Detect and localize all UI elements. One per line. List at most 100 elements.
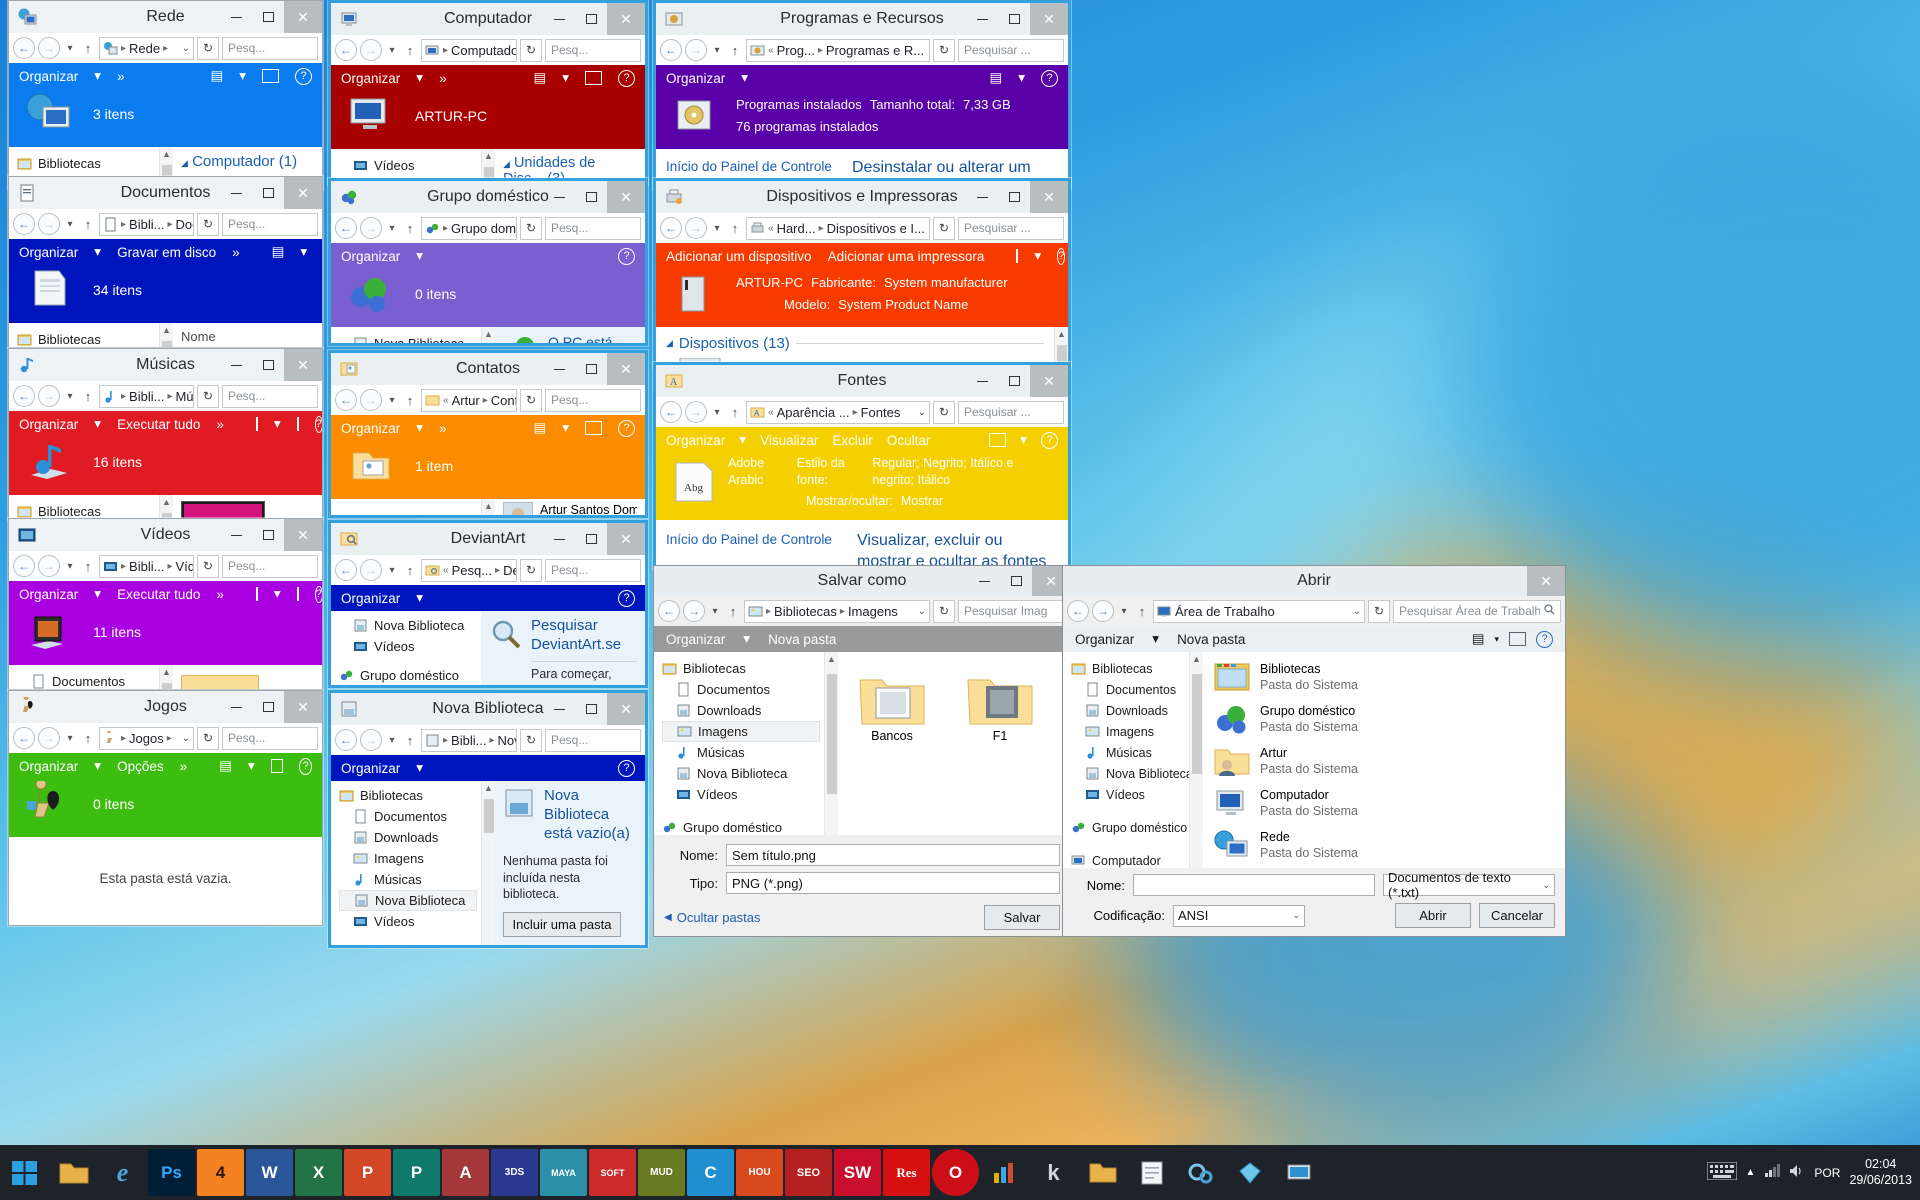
- help-icon[interactable]: ?: [1041, 431, 1058, 449]
- search-input[interactable]: Pesq...: [545, 388, 641, 412]
- recent-locations-icon[interactable]: ▾: [63, 561, 77, 572]
- back-button[interactable]: ←: [660, 217, 682, 239]
- search-input[interactable]: Pesquisar Área de Trabalho: [1393, 599, 1561, 623]
- breadcrumb-overflow[interactable]: «: [443, 565, 449, 576]
- refresh-button[interactable]: ↻: [197, 212, 219, 236]
- up-button[interactable]: ↑: [402, 43, 418, 58]
- help-icon[interactable]: ?: [618, 759, 635, 777]
- breadcrumb[interactable]: ▸Bibli... ▸Vídeos▸ ⌄: [99, 554, 194, 578]
- recent-locations-icon[interactable]: ▾: [1117, 606, 1131, 617]
- new-folder-button[interactable]: Nova pasta: [1177, 632, 1245, 647]
- back-button[interactable]: ←: [335, 39, 357, 61]
- access-icon[interactable]: A: [442, 1149, 489, 1196]
- chevron-down-icon[interactable]: ⌄: [928, 223, 929, 234]
- nav-item[interactable]: Imagens: [1071, 721, 1189, 742]
- up-button[interactable]: ↑: [80, 389, 96, 404]
- view-options-icon[interactable]: ▤: [533, 70, 546, 86]
- language-indicator[interactable]: POR: [1814, 1166, 1840, 1180]
- back-button[interactable]: ←: [335, 217, 357, 239]
- search-input[interactable]: Pesq...: [222, 384, 318, 408]
- navigation-pane[interactable]: Bibliotecas Documentos: [9, 323, 159, 347]
- view-options-icon[interactable]: [255, 587, 258, 601]
- nav-item[interactable]: Nova Biblioteca: [339, 615, 481, 636]
- up-button[interactable]: ↑: [727, 221, 743, 236]
- nav-item[interactable]: Grupo doméstico: [1071, 817, 1189, 838]
- breadcrumb-segment[interactable]: Artur: [452, 393, 480, 408]
- organize-menu[interactable]: Organizar: [666, 433, 725, 448]
- minimize-button[interactable]: [543, 3, 575, 35]
- up-button[interactable]: ↑: [725, 604, 741, 619]
- opera-icon[interactable]: O: [932, 1149, 979, 1196]
- close-button[interactable]: ✕: [284, 519, 322, 551]
- nav-item[interactable]: Bibliotecas: [17, 153, 159, 174]
- recent-locations-icon[interactable]: ▾: [385, 223, 399, 234]
- breadcrumb-segment[interactable]: Bibli...: [451, 733, 486, 748]
- maya-icon[interactable]: MAYA: [540, 1149, 587, 1196]
- forward-button[interactable]: →: [360, 559, 382, 581]
- search-input[interactable]: Pesquisar ...: [958, 38, 1064, 62]
- search-input[interactable]: Pesquisar ...: [958, 400, 1064, 424]
- search-input[interactable]: Pesquisar ...: [958, 216, 1064, 240]
- nav-item[interactable]: Downloads: [339, 827, 481, 848]
- options-button[interactable]: Opções: [117, 759, 164, 774]
- maximize-button[interactable]: [252, 691, 284, 723]
- help-icon[interactable]: ?: [1041, 69, 1058, 87]
- file-list[interactable]: Bancos F1: [838, 652, 1070, 835]
- forward-button[interactable]: →: [38, 555, 60, 577]
- organize-menu[interactable]: Organizar: [19, 587, 78, 602]
- close-button[interactable]: ✕: [284, 177, 322, 209]
- minimize-button[interactable]: [966, 181, 998, 213]
- up-button[interactable]: ↑: [402, 563, 418, 578]
- address-bar[interactable]: ←→ ▾↑ « Hard...▸ Dispositivos e I... ⌄ ↻…: [656, 213, 1068, 243]
- up-button[interactable]: ↑: [1134, 604, 1150, 619]
- preview-pane-icon[interactable]: [585, 71, 602, 85]
- view-options-icon[interactable]: [255, 417, 258, 431]
- refresh-button[interactable]: ↻: [933, 400, 955, 424]
- breadcrumb-segment[interactable]: Contatos: [491, 393, 516, 408]
- address-bar[interactable]: ←→ ▾↑ ▸Bibli... ▸Docu...▸ ⌄ ↻ Pesq...: [9, 209, 322, 239]
- organize-menu[interactable]: Organizar: [19, 69, 78, 84]
- ie-icon[interactable]: e: [99, 1149, 146, 1196]
- filename-input[interactable]: Sem título.png: [726, 844, 1060, 866]
- folder-item[interactable]: F1: [966, 670, 1034, 817]
- refresh-button[interactable]: ↻: [520, 728, 542, 752]
- k-app-icon[interactable]: k: [1030, 1149, 1077, 1196]
- navigation-pane[interactable]: Documentos Downloads Imagens: [9, 665, 159, 689]
- search-input[interactable]: Pesq...: [545, 558, 641, 582]
- forward-button[interactable]: →: [685, 401, 707, 423]
- list-item[interactable]: Artur Pasta do Sistema: [1213, 744, 1555, 778]
- network-tray-icon[interactable]: [1764, 1164, 1781, 1181]
- nav-item[interactable]: Vídeos: [662, 784, 824, 805]
- vertical-scrollbar[interactable]: ▲: [481, 781, 495, 945]
- search-input[interactable]: Pesquisar Imag: [958, 599, 1066, 623]
- more-commands[interactable]: »: [180, 759, 188, 774]
- hide-folders-toggle[interactable]: ◀ Ocultar pastas: [664, 910, 761, 925]
- maximize-button[interactable]: [575, 181, 607, 213]
- recent-locations-icon[interactable]: ▾: [63, 43, 77, 54]
- vertical-scrollbar[interactable]: ▲: [159, 495, 173, 519]
- back-button[interactable]: ←: [1067, 600, 1089, 622]
- close-button[interactable]: ✕: [607, 693, 645, 725]
- close-button[interactable]: ✕: [1030, 3, 1068, 35]
- chevron-down-icon[interactable]: ⌄: [176, 733, 190, 744]
- close-button[interactable]: ✕: [1030, 365, 1068, 397]
- chevron-down-icon[interactable]: ⌄: [912, 606, 926, 617]
- breadcrumb[interactable]: « Pesq...▸ Deviant... ⌄: [421, 558, 517, 582]
- address-bar[interactable]: ← → ▾ ↑ Área de Trabalho ⌄ ↻ Pesquisar Áre…: [1063, 596, 1565, 626]
- help-icon[interactable]: ?: [618, 247, 635, 265]
- recent-locations-icon[interactable]: ▾: [385, 45, 399, 56]
- window-rede[interactable]: Rede ✕ ← → ▾ ↑ ▸ Rede ▸ ⌄ ↻ Pesq... Organi…: [8, 0, 323, 190]
- chevron-down-icon[interactable]: ⌄: [176, 43, 190, 54]
- preview-pane-icon[interactable]: [1509, 632, 1526, 646]
- refresh-button[interactable]: ↻: [197, 36, 219, 60]
- window-contatos[interactable]: Contatos ✕ ←→ ▾↑ « Artur▸ Contatos▸ ⌄ ↻ …: [328, 350, 648, 518]
- file-list[interactable]: O PC está pronto para: [495, 327, 645, 343]
- word-icon[interactable]: W: [246, 1149, 293, 1196]
- address-bar[interactable]: ←→ ▾↑ « Prog...▸ Programas e R... ⌄ ↻ Pe…: [656, 35, 1068, 65]
- illustrator-icon[interactable]: 4: [197, 1149, 244, 1196]
- help-icon[interactable]: ?: [618, 69, 635, 87]
- preview-pane-icon[interactable]: [262, 69, 279, 83]
- up-button[interactable]: ↑: [402, 393, 418, 408]
- minimize-button[interactable]: [220, 177, 252, 209]
- navigation-pane[interactable]: Bibliotecas Documentos Downloads Imagens…: [1063, 652, 1189, 868]
